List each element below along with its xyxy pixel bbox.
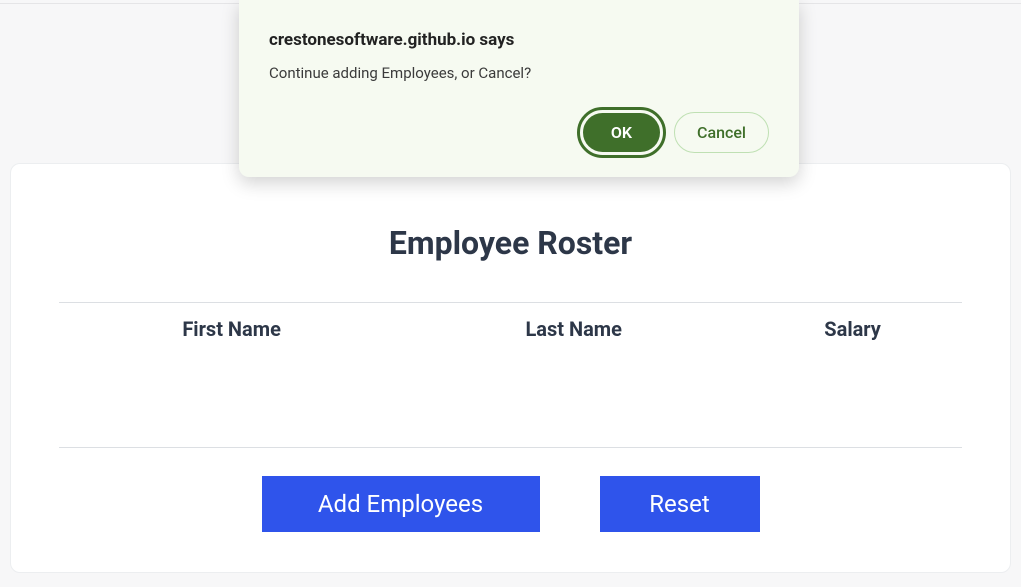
cancel-button[interactable]: Cancel — [674, 112, 769, 153]
table-cell-empty — [404, 357, 743, 447]
table-row — [59, 357, 962, 447]
dialog-title: crestonesoftware.github.io says — [269, 30, 769, 50]
ok-button[interactable]: OK — [583, 113, 660, 152]
table-header-row: First Name Last Name Salary — [59, 303, 962, 358]
confirm-dialog: crestonesoftware.github.io says Continue… — [239, 0, 799, 177]
page-title: Employee Roster — [59, 224, 962, 262]
column-header-last-name: Last Name — [404, 303, 743, 358]
employee-roster-card: Employee Roster First Name Last Name Sal… — [10, 163, 1011, 573]
dialog-message: Continue adding Employees, or Cancel? — [269, 64, 769, 82]
add-employees-button[interactable]: Add Employees — [262, 476, 540, 532]
reset-button[interactable]: Reset — [600, 476, 760, 532]
column-header-first-name: First Name — [59, 303, 404, 358]
employee-table: First Name Last Name Salary — [59, 302, 962, 448]
table-cell-empty — [743, 357, 962, 447]
table-cell-empty — [59, 357, 404, 447]
dialog-buttons: OK Cancel — [269, 112, 769, 153]
column-header-salary: Salary — [743, 303, 962, 358]
button-row: Add Employees Reset — [59, 476, 962, 532]
